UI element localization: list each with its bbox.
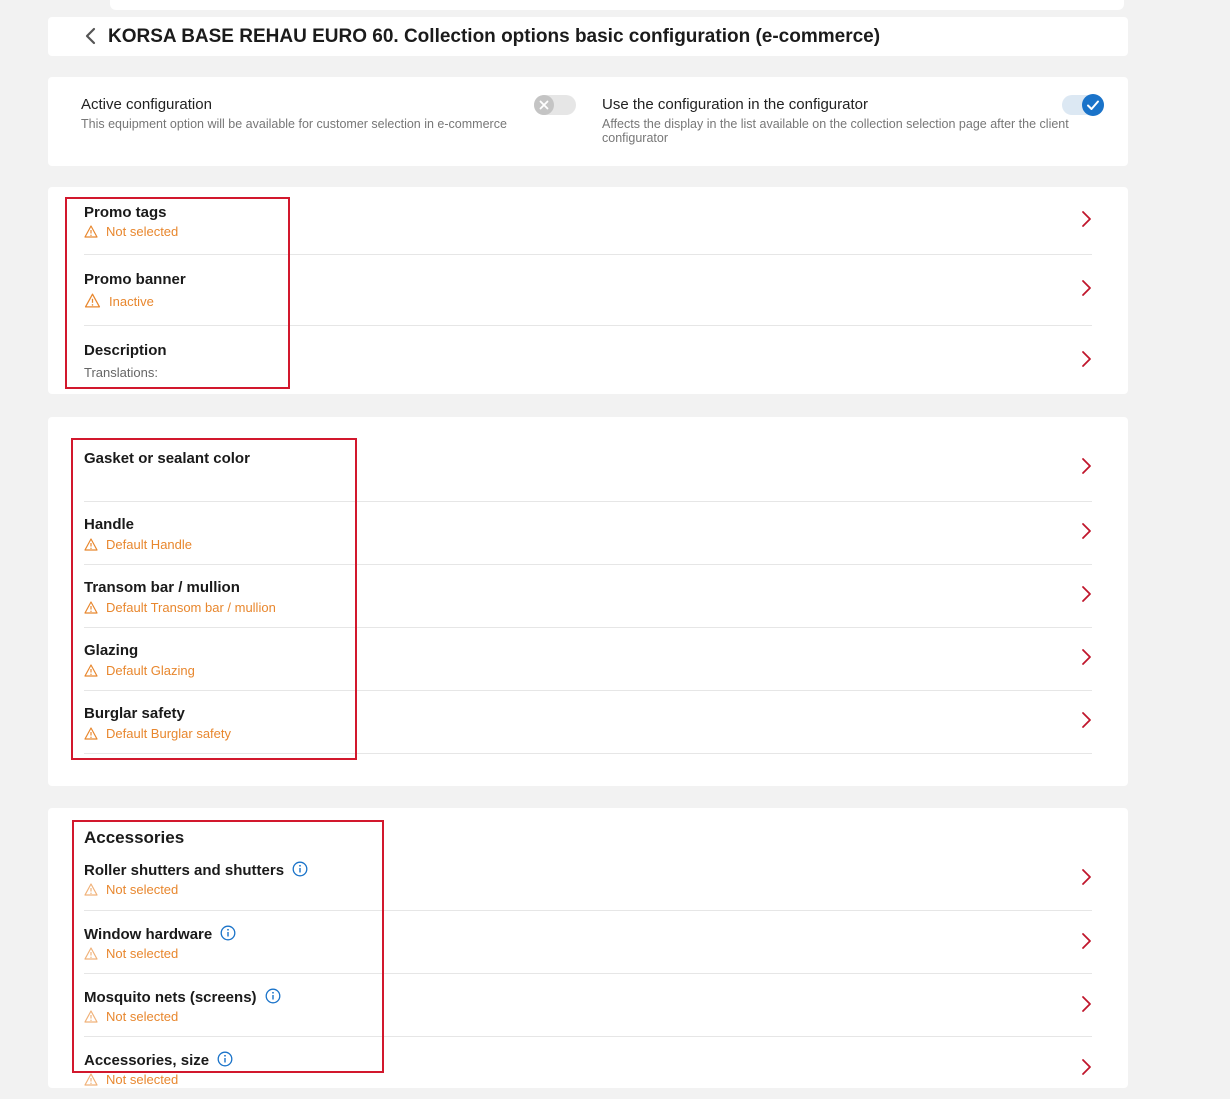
row-title: Glazing (84, 642, 139, 659)
info-icon[interactable] (217, 1051, 233, 1067)
row-status-text: Not selected (106, 1009, 179, 1024)
info-icon[interactable] (292, 861, 308, 877)
chevron-right-icon[interactable] (1080, 349, 1092, 369)
row-status: Not selected (84, 1072, 178, 1087)
row-status: Not selected (84, 1009, 178, 1024)
description-row[interactable]: Description Translations: (84, 326, 1092, 394)
options-section-card: Gasket or sealant color Handle Default H… (48, 417, 1128, 786)
chevron-right-icon[interactable] (1080, 521, 1092, 541)
top-card-edge (110, 0, 1124, 10)
row-title-text: Window hardware (84, 926, 213, 943)
warning-icon (84, 947, 98, 960)
chevron-right-icon[interactable] (1080, 994, 1092, 1014)
use-in-configurator-setting: Use the configuration in the configurato… (602, 96, 1102, 145)
row-title: Description (84, 342, 167, 359)
warning-icon (84, 664, 98, 677)
use-in-configurator-title: Use the configuration in the configurato… (602, 96, 868, 113)
toggle-knob (1082, 94, 1104, 116)
warning-icon (84, 601, 98, 614)
warning-icon (84, 1010, 98, 1023)
row-status-text: Default Handle (106, 537, 192, 552)
configuration-settings-card: Active configuration This equipment opti… (48, 77, 1128, 166)
chevron-right-icon[interactable] (1080, 456, 1092, 476)
row-title: Accessories, size (84, 1051, 233, 1069)
info-icon[interactable] (220, 925, 236, 941)
row-status-text: Not selected (106, 224, 179, 239)
roller-shutters-row[interactable]: Roller shutters and shutters Not selecte… (84, 847, 1092, 911)
warning-icon (84, 538, 98, 551)
row-status-text: Default Glazing (106, 663, 195, 678)
glazing-row[interactable]: Glazing Default Glazing (84, 628, 1092, 691)
row-title: Window hardware (84, 925, 236, 943)
chevron-right-icon[interactable] (1080, 867, 1092, 887)
chevron-right-icon[interactable] (1080, 584, 1092, 604)
row-status: Not selected (84, 946, 178, 961)
row-title: Gasket or sealant color (84, 450, 250, 467)
chevron-right-icon[interactable] (1080, 209, 1092, 229)
warning-icon (84, 225, 98, 238)
use-in-configurator-description: Affects the display in the list availabl… (602, 117, 1069, 145)
row-title: Roller shutters and shutters (84, 861, 308, 879)
row-title-text: Mosquito nets (screens) (84, 989, 257, 1006)
info-icon[interactable] (265, 988, 281, 1004)
row-title-text: Accessories, size (84, 1052, 210, 1069)
mosquito-nets-row[interactable]: Mosquito nets (screens) Not selected (84, 974, 1092, 1037)
chevron-right-icon[interactable] (1080, 278, 1092, 298)
handle-row[interactable]: Handle Default Handle (84, 502, 1092, 565)
chevron-right-icon[interactable] (1080, 1057, 1092, 1077)
row-subtitle: Translations: (84, 365, 158, 380)
active-configuration-toggle[interactable] (534, 95, 576, 115)
row-status: Inactive (84, 293, 154, 309)
window-hardware-row[interactable]: Window hardware Not selected (84, 911, 1092, 974)
page-title: KORSA BASE REHAU EURO 60. Collection opt… (108, 26, 881, 47)
warning-icon (84, 883, 98, 896)
transom-bar-row[interactable]: Transom bar / mullion Default Transom ba… (84, 565, 1092, 628)
row-status: Not selected (84, 224, 178, 239)
row-status: Default Glazing (84, 663, 195, 678)
row-title: Burglar safety (84, 705, 185, 722)
active-configuration-title: Active configuration (81, 96, 212, 113)
gasket-color-row[interactable]: Gasket or sealant color (84, 417, 1092, 502)
warning-icon (84, 1073, 98, 1086)
accessories-section-title: Accessories (84, 828, 185, 847)
promo-section-card: Promo tags Not selected Promo banner Ina… (48, 187, 1128, 394)
row-title: Transom bar / mullion (84, 579, 240, 596)
close-icon (539, 100, 549, 110)
row-status-text: Not selected (106, 946, 179, 961)
row-status: Default Handle (84, 537, 192, 552)
row-status-text: Not selected (106, 882, 179, 897)
row-title: Handle (84, 516, 135, 533)
row-status: Not selected (84, 882, 178, 897)
chevron-right-icon[interactable] (1080, 647, 1092, 667)
back-button[interactable] (81, 26, 101, 46)
promo-tags-row[interactable]: Promo tags Not selected (84, 187, 1092, 255)
active-configuration-description: This equipment option will be available … (81, 117, 507, 131)
chevron-right-icon[interactable] (1080, 710, 1092, 730)
warning-icon (84, 727, 98, 740)
check-icon (1087, 100, 1099, 110)
active-configuration-setting: Active configuration This equipment opti… (81, 96, 541, 131)
accessories-section-card: Accessories Roller shutters and shutters… (48, 808, 1128, 1088)
row-status: Default Burglar safety (84, 726, 231, 741)
row-status-text: Default Burglar safety (106, 726, 232, 741)
row-status-text: Default Transom bar / mullion (106, 600, 276, 615)
row-status-text: Not selected (106, 1072, 179, 1087)
row-title: Mosquito nets (screens) (84, 988, 281, 1006)
chevron-right-icon[interactable] (1080, 931, 1092, 951)
row-title-text: Roller shutters and shutters (84, 862, 285, 879)
accessories-size-row[interactable]: Accessories, size Not selected (84, 1037, 1092, 1099)
row-status: Default Transom bar / mullion (84, 600, 276, 615)
use-in-configurator-toggle[interactable] (1062, 94, 1104, 116)
warning-icon (84, 293, 101, 308)
row-status-text: Inactive (109, 294, 154, 309)
promo-banner-row[interactable]: Promo banner Inactive (84, 255, 1092, 326)
page-header: KORSA BASE REHAU EURO 60. Collection opt… (48, 17, 1128, 56)
row-title: Promo banner (84, 271, 186, 288)
row-title: Promo tags (84, 204, 167, 221)
burglar-safety-row[interactable]: Burglar safety Default Burglar safety (84, 691, 1092, 754)
chevron-left-icon (85, 27, 96, 45)
toggle-knob (534, 95, 554, 115)
